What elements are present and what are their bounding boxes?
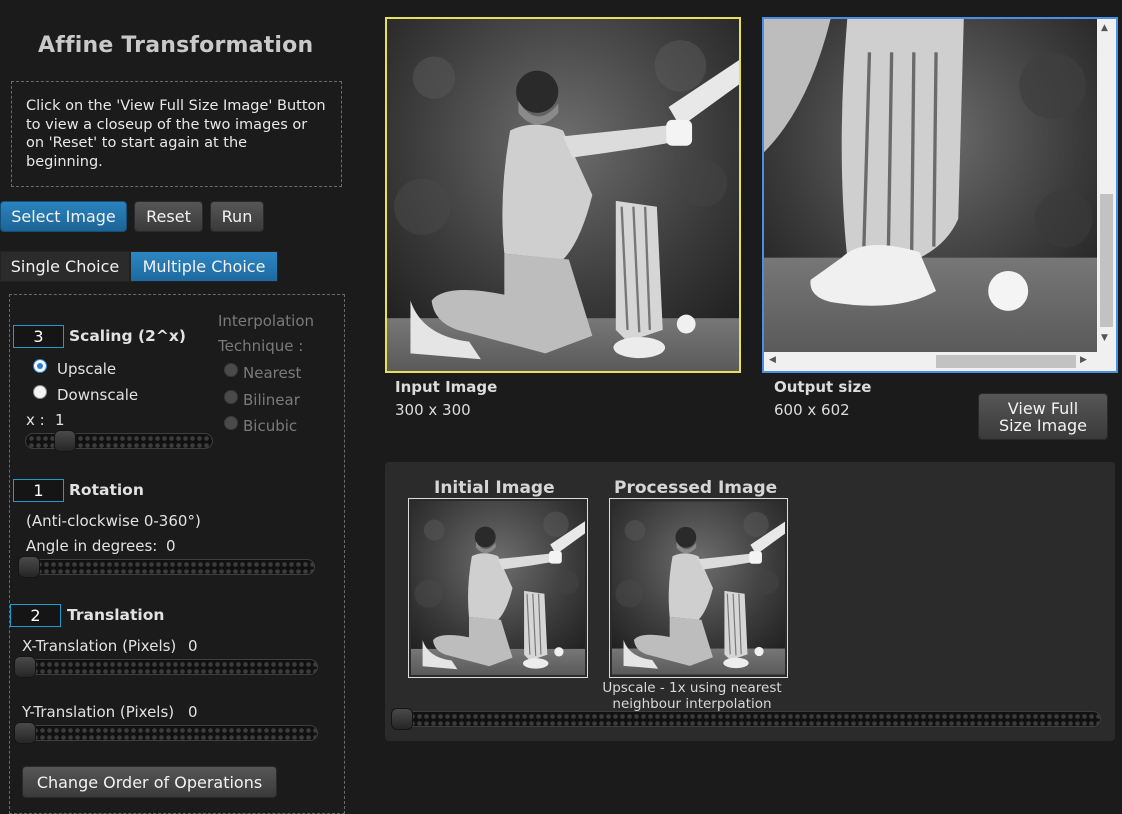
angle-value: 0	[166, 537, 176, 555]
scroll-up-icon[interactable]: ▲	[1101, 23, 1108, 33]
scale-x-value: 1	[55, 411, 65, 429]
initial-image-label: Initial Image	[434, 478, 555, 498]
upscale-radio[interactable]	[33, 359, 47, 373]
output-size-label: Output size	[774, 378, 872, 396]
select-image-button[interactable]: Select Image	[0, 201, 127, 232]
view-full-size-label-2: Size Image	[998, 415, 1088, 435]
nearest-radio[interactable]	[224, 363, 238, 377]
help-text: Click on the 'View Full Size Image' Butt…	[11, 81, 342, 187]
initial-image-thumbnail	[408, 498, 588, 678]
processed-image-picture	[612, 501, 785, 675]
scroll-left-icon[interactable]: ◀	[769, 355, 776, 365]
bicubic-label: Bicubic	[243, 417, 298, 435]
rotation-slider[interactable]	[18, 556, 315, 578]
downscale-label: Downscale	[57, 386, 139, 404]
output-image-picture	[764, 19, 1097, 352]
vertical-scroll-thumb[interactable]	[1100, 194, 1113, 327]
view-full-size-label-1: View Full	[1007, 398, 1079, 418]
comparison-caption-1: Upscale - 1x using nearest	[602, 680, 782, 696]
nearest-label: Nearest	[243, 364, 302, 382]
interpolation-title-1: Interpolation	[218, 312, 314, 330]
output-size-value: 600 x 602	[774, 401, 850, 419]
output-image-viewport[interactable]: ▲ ▼ ◀ ▶	[762, 17, 1118, 373]
x-translation-slider[interactable]	[14, 656, 318, 678]
run-button[interactable]: Run	[210, 201, 264, 232]
x-translation-label: X-Translation (Pixels)	[22, 637, 177, 655]
translation-order-input[interactable]: 2	[10, 604, 61, 627]
y-translation-slider-handle[interactable]	[14, 722, 36, 744]
angle-label: Angle in degrees:	[26, 537, 158, 555]
rotation-hint: (Anti-clockwise 0-360°)	[26, 512, 201, 530]
tab-single-choice[interactable]: Single Choice	[0, 251, 130, 282]
comparison-caption-2: neighbour interpolation	[612, 696, 772, 712]
change-order-button[interactable]: Change Order of Operations	[22, 766, 277, 798]
page-title: Affine Transformation	[38, 33, 314, 58]
view-full-size-button[interactable]: View Full Size Image	[978, 393, 1108, 440]
scroll-down-icon[interactable]: ▼	[1101, 333, 1108, 343]
horizontal-scroll-thumb[interactable]	[936, 355, 1076, 368]
scale-x-label: x :	[26, 411, 45, 429]
input-image	[385, 17, 741, 373]
y-translation-value: 0	[188, 703, 198, 721]
comparison-caption: Upscale - 1x using nearest neighbour int…	[590, 680, 794, 712]
comparison-slider[interactable]	[391, 708, 1101, 730]
processed-image-thumbnail	[609, 498, 788, 678]
scale-slider[interactable]	[25, 430, 213, 452]
scroll-right-icon[interactable]: ▶	[1080, 355, 1087, 365]
x-translation-slider-handle[interactable]	[14, 656, 36, 678]
scaling-title: Scaling (2^x)	[69, 327, 186, 345]
bilinear-label: Bilinear	[243, 391, 300, 409]
upscale-label: Upscale	[57, 360, 117, 378]
reset-button[interactable]: Reset	[134, 201, 203, 232]
bilinear-radio[interactable]	[224, 390, 238, 404]
input-image-size: 300 x 300	[395, 401, 471, 419]
bicubic-radio[interactable]	[224, 416, 238, 430]
initial-image-picture	[411, 501, 585, 675]
translation-title: Translation	[67, 606, 165, 624]
x-translation-value: 0	[188, 637, 198, 655]
tab-multiple-choice[interactable]: Multiple Choice	[130, 251, 278, 282]
y-translation-label: Y-Translation (Pixels)	[22, 703, 175, 721]
interpolation-title-2: Technique :	[218, 337, 304, 355]
output-vertical-scrollbar[interactable]: ▲ ▼	[1097, 19, 1116, 352]
output-horizontal-scrollbar[interactable]: ◀ ▶	[764, 352, 1116, 371]
input-image-picture	[387, 19, 739, 371]
rotation-slider-handle[interactable]	[18, 556, 40, 578]
processed-image-label: Processed Image	[614, 478, 778, 498]
downscale-radio[interactable]	[33, 385, 47, 399]
scale-slider-handle[interactable]	[54, 430, 76, 452]
input-image-label: Input Image	[395, 378, 498, 396]
rotation-title: Rotation	[69, 481, 144, 499]
comparison-slider-handle[interactable]	[391, 708, 413, 730]
rotation-order-input[interactable]: 1	[13, 479, 64, 502]
y-translation-slider[interactable]	[14, 722, 318, 744]
scaling-order-input[interactable]: 3	[13, 325, 64, 348]
